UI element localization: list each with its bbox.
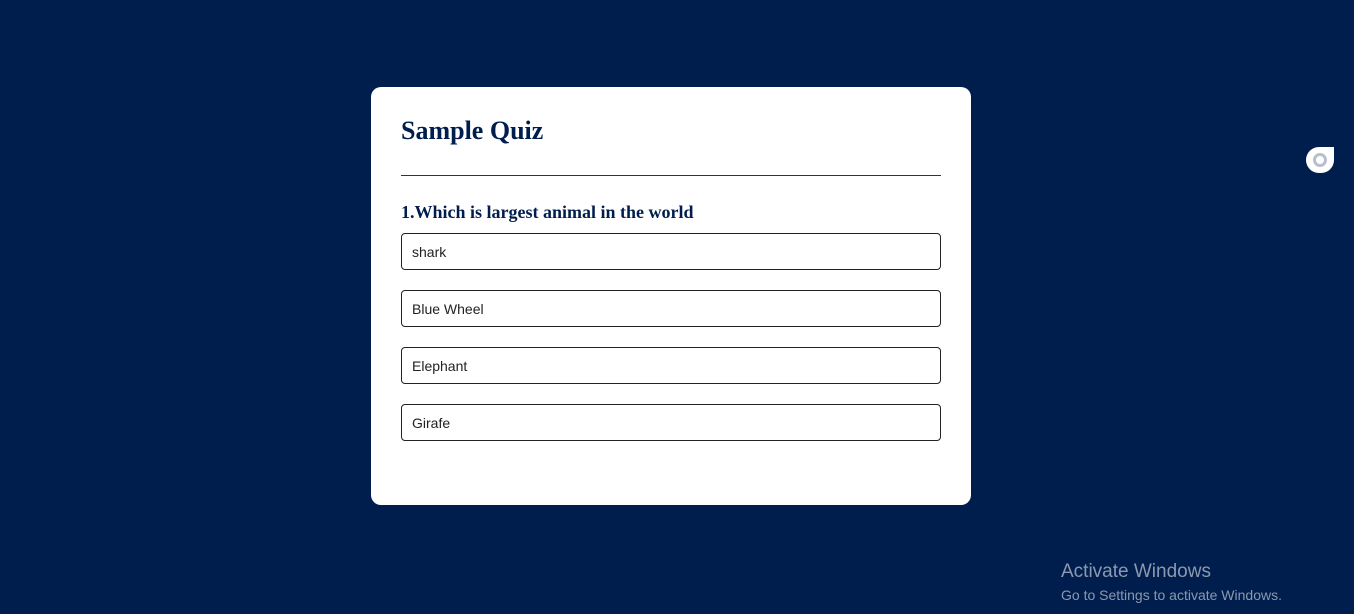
quiz-body: 1.Which is largest animal in the world s… — [401, 202, 941, 441]
answer-button-shark[interactable]: shark — [401, 233, 941, 270]
watermark-subtitle: Go to Settings to activate Windows. — [1061, 587, 1282, 603]
question-text: 1.Which is largest animal in the world — [401, 202, 694, 222]
activate-windows-watermark: Activate Windows Go to Settings to activ… — [1061, 561, 1282, 605]
side-widget-button[interactable] — [1306, 147, 1334, 173]
answer-list: shark Blue Wheel Elephant Girafe — [401, 233, 941, 441]
quiz-card: Sample Quiz 1.Which is largest animal in… — [371, 87, 971, 505]
quiz-title: Sample Quiz — [401, 116, 544, 145]
watermark-title: Activate Windows — [1061, 561, 1211, 582]
divider — [401, 175, 941, 176]
answer-button-blue-wheel[interactable]: Blue Wheel — [401, 290, 941, 327]
answer-button-girafe[interactable]: Girafe — [401, 404, 941, 441]
answer-button-elephant[interactable]: Elephant — [401, 347, 941, 384]
circle-icon — [1313, 153, 1327, 167]
